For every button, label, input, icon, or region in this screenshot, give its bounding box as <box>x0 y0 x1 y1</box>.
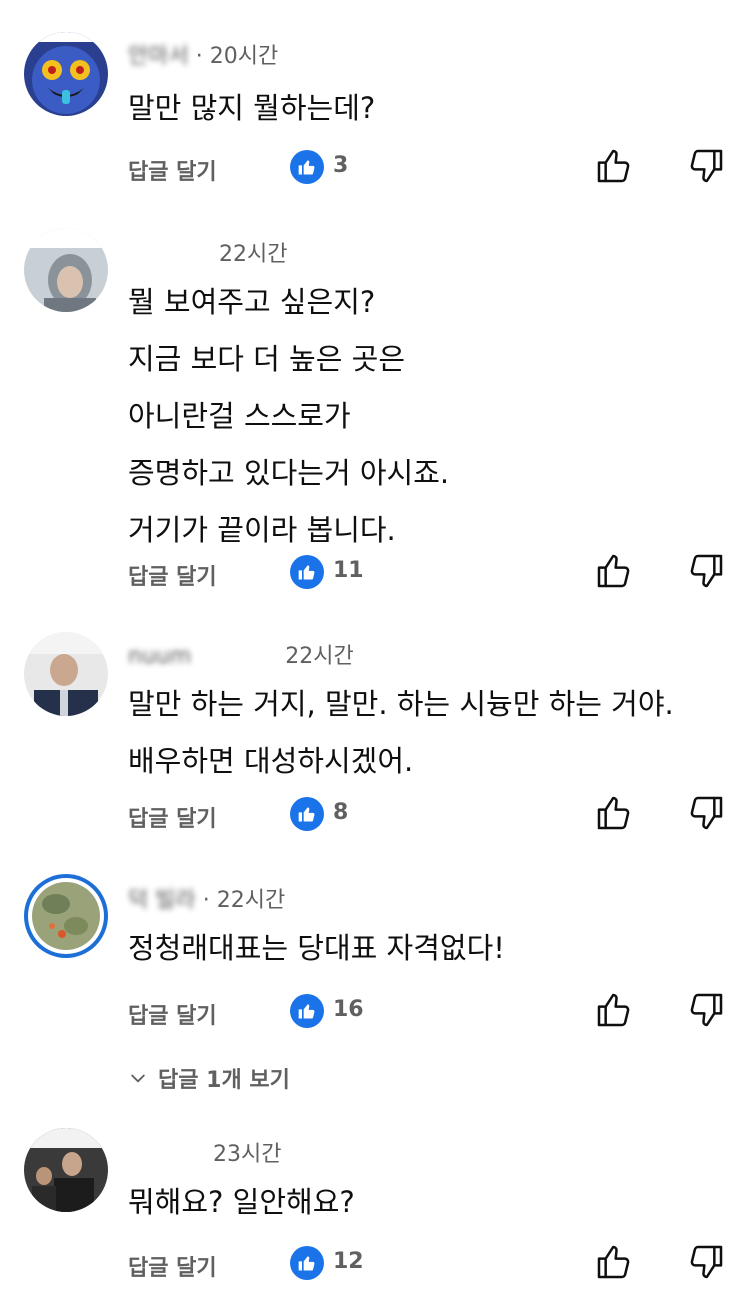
comment-actions: 답글 달기 11 <box>0 554 756 595</box>
chevron-down-icon <box>131 1074 145 1083</box>
timestamp: 23시간 <box>213 1142 282 1167</box>
reply-button[interactable]: 답글 달기 <box>128 998 217 1030</box>
comment-meta: 22시간 <box>128 236 287 268</box>
author-name[interactable]: 안마서 <box>128 44 189 69</box>
thumbs-up-icon[interactable] <box>594 146 634 186</box>
comment-text: 말만 하는 거지, 말만. 하는 시늉만 하는 거야. 배우하면 대성하시겠어. <box>128 687 674 778</box>
like-badge-icon <box>290 150 324 184</box>
thumbs-down-icon[interactable] <box>686 146 726 186</box>
avatar[interactable] <box>24 874 108 958</box>
like-badge-icon <box>290 994 324 1028</box>
timestamp: 22시간 <box>285 644 354 669</box>
comment-meta: 안마서 · 20시간 <box>128 44 279 69</box>
comment-actions: 답글 달기 12 <box>0 1245 756 1286</box>
comment-actions: 답글 달기 3 <box>0 149 756 190</box>
avatar[interactable] <box>24 228 108 312</box>
like-count: 16 <box>333 997 364 1022</box>
comment-meta: 23시간 <box>128 1136 281 1168</box>
comment-actions: 답글 달기 8 <box>0 796 756 837</box>
like-count: 8 <box>333 800 349 825</box>
thumbs-down-icon[interactable] <box>686 1242 726 1282</box>
thumbs-down-icon[interactable] <box>686 990 726 1030</box>
view-replies-label: 답글 1개 보기 <box>158 1068 290 1093</box>
like-count: 3 <box>333 153 349 178</box>
thumbs-up-icon[interactable] <box>594 793 634 833</box>
comment-meta: 덕 빌라 · 22시간 <box>128 888 286 913</box>
like-count: 12 <box>333 1249 364 1274</box>
comment-text: 뭐해요? 일안해요? <box>128 1185 355 1219</box>
timestamp: 22시간 <box>216 888 286 913</box>
comment-meta: nuum 22시간 <box>128 638 354 670</box>
avatar[interactable] <box>24 1128 108 1212</box>
thumbs-down-icon[interactable] <box>686 793 726 833</box>
like-badge-icon <box>290 1246 324 1280</box>
reply-button[interactable]: 답글 달기 <box>128 154 217 186</box>
reply-button[interactable]: 답글 달기 <box>128 1250 217 1282</box>
view-replies-button[interactable]: 답글 1개 보기 <box>128 1062 290 1094</box>
like-count: 11 <box>333 558 364 583</box>
thumbs-up-icon[interactable] <box>594 1242 634 1282</box>
author-name[interactable]: 덕 빌라 <box>128 888 196 913</box>
comment-text: 말만 많지 뭘하는데? <box>128 91 376 125</box>
thumbs-up-icon[interactable] <box>594 551 634 591</box>
comment-text: 정청래대표는 당대표 자격없다! <box>128 931 505 965</box>
like-badge-icon <box>290 797 324 831</box>
author-name[interactable]: nuum <box>128 644 191 669</box>
thumbs-down-icon[interactable] <box>686 551 726 591</box>
comment-text: 뭘 보여주고 싶은지? 지금 보다 더 높은 곳은 아니란걸 스스로가 증명하고… <box>128 285 450 547</box>
like-badge-icon <box>290 555 324 589</box>
timestamp: 22시간 <box>219 242 288 267</box>
reply-button[interactable]: 답글 달기 <box>128 559 217 591</box>
thumbs-up-icon[interactable] <box>594 990 634 1030</box>
comment-actions: 답글 달기 16 <box>0 993 756 1034</box>
avatar[interactable] <box>24 632 108 716</box>
avatar[interactable] <box>24 32 108 116</box>
timestamp: 20시간 <box>209 44 279 69</box>
reply-button[interactable]: 답글 달기 <box>128 801 217 833</box>
